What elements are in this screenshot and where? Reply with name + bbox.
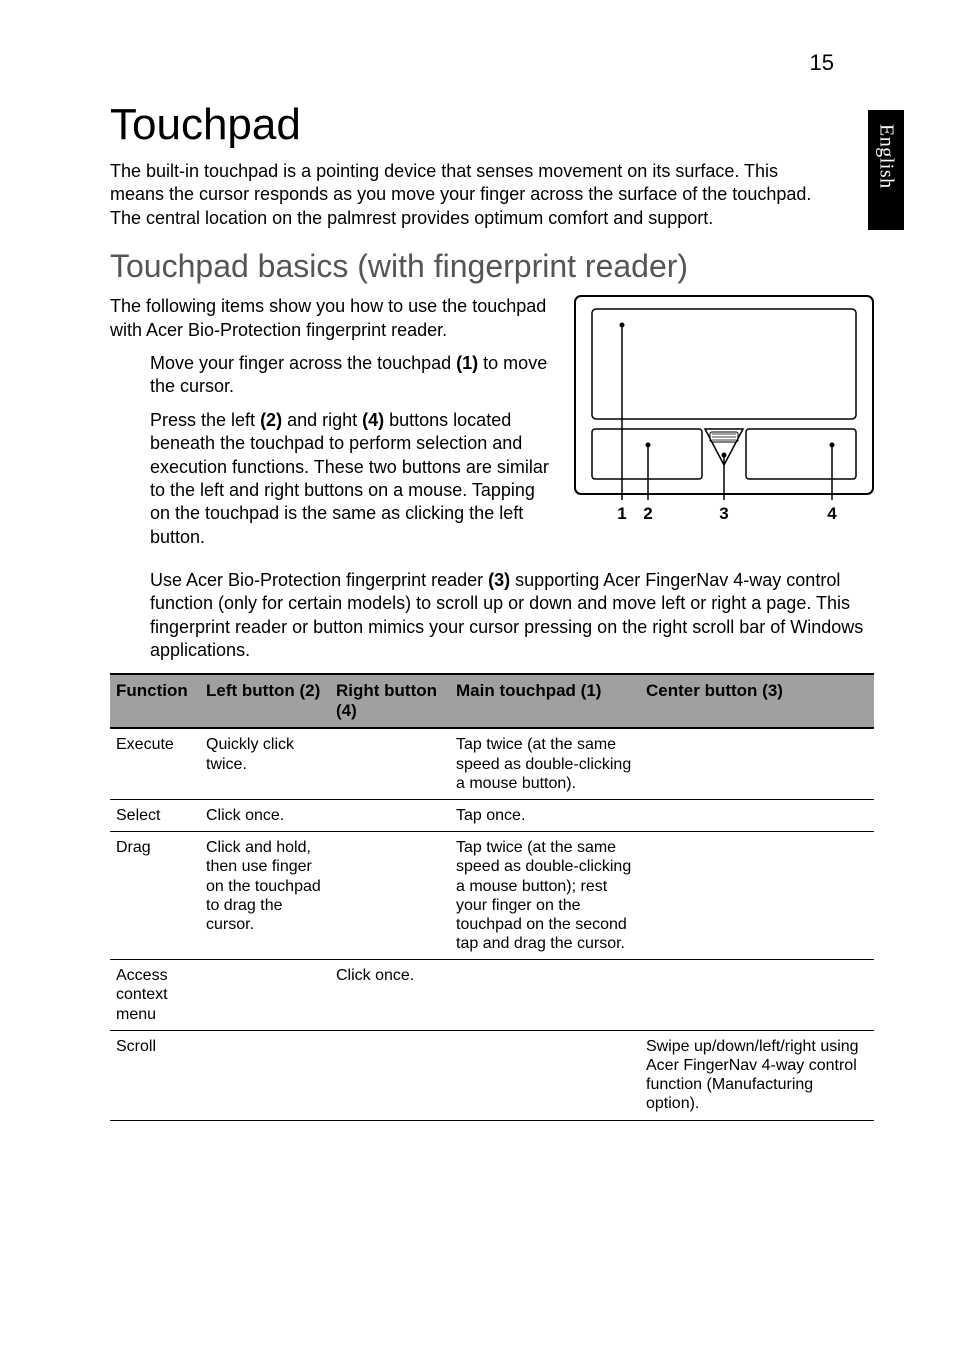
following-text: The following items show you how to use …: [110, 295, 556, 342]
cell: Execute: [110, 728, 200, 799]
cell: Click once.: [200, 799, 330, 831]
cell: Quickly click twice.: [200, 728, 330, 799]
page: 15 English Touchpad The built-in touchpa…: [0, 0, 954, 1369]
cell: [330, 728, 450, 799]
cell: [330, 799, 450, 831]
cell: [450, 960, 640, 1031]
diagram-label-3: 3: [719, 504, 728, 523]
th-main-touchpad: Main touchpad (1): [450, 674, 640, 729]
cell: [640, 728, 874, 799]
bullet-1-bold: (1): [456, 353, 478, 373]
table-row: Select Click once. Tap once.: [110, 799, 874, 831]
intro-text: The built-in touchpad is a pointing devi…: [110, 160, 830, 230]
section-text-column: The following items show you how to use …: [110, 295, 556, 559]
bullet-2-mid1: and right: [282, 410, 362, 430]
th-right-button: Right button (4): [330, 674, 450, 729]
bullet-1: Move your finger across the touchpad (1)…: [150, 352, 556, 399]
touchpad-functions-table: Function Left button (2) Right button (4…: [110, 673, 874, 1121]
cell: Click and hold, then use finger on the t…: [200, 832, 330, 960]
page-title: Touchpad: [110, 100, 874, 150]
cell: Swipe up/down/left/right using Acer Fing…: [640, 1030, 874, 1120]
table-row: Drag Click and hold, then use finger on …: [110, 832, 874, 960]
cell: [640, 799, 874, 831]
cell: Scroll: [110, 1030, 200, 1120]
bullet-1-pre: Move your finger across the touchpad: [150, 353, 456, 373]
bullet-2-bold1: (2): [260, 410, 282, 430]
cell: Click once.: [330, 960, 450, 1031]
section-body: The following items show you how to use …: [110, 295, 874, 559]
bullet-2-pre: Press the left: [150, 410, 260, 430]
cell: Drag: [110, 832, 200, 960]
cell: [640, 960, 874, 1031]
cell: Select: [110, 799, 200, 831]
bullet-2: Press the left (2) and right (4) buttons…: [150, 409, 556, 549]
cell: [640, 832, 874, 960]
bullet-2-mid2: buttons located beneath the touchpad to …: [150, 410, 549, 547]
th-left-button: Left button (2): [200, 674, 330, 729]
cell: Tap twice (at the same speed as double-c…: [450, 728, 640, 799]
th-function: Function: [110, 674, 200, 729]
cell: [450, 1030, 640, 1120]
table-row: Access context menu Click once.: [110, 960, 874, 1031]
bullet-3-bold: (3): [488, 570, 510, 590]
table-header-row: Function Left button (2) Right button (4…: [110, 674, 874, 729]
touchpad-diagram: 1 2 3 4: [574, 295, 874, 525]
cell: [330, 1030, 450, 1120]
bullet-3-pre: Use Acer Bio-Protection fingerprint read…: [150, 570, 488, 590]
language-tab: English: [868, 110, 904, 230]
table-row: Execute Quickly click twice. Tap twice (…: [110, 728, 874, 799]
diagram-label-1: 1: [617, 504, 626, 523]
section-heading: Touchpad basics (with fingerprint reader…: [110, 248, 874, 285]
cell: Tap twice (at the same speed as double-c…: [450, 832, 640, 960]
diagram-label-2: 2: [643, 504, 652, 523]
bullet-2-bold2: (4): [362, 410, 384, 430]
cell: Tap once.: [450, 799, 640, 831]
page-number: 15: [810, 50, 834, 76]
cell: [200, 960, 330, 1031]
table-row: Scroll Swipe up/down/left/right using Ac…: [110, 1030, 874, 1120]
th-center-button: Center button (3): [640, 674, 874, 729]
cell: [200, 1030, 330, 1120]
diagram-label-4: 4: [827, 504, 837, 523]
cell: [330, 832, 450, 960]
cell: Access context menu: [110, 960, 200, 1031]
touchpad-svg: 1 2 3 4: [574, 295, 874, 525]
bullet-3: Use Acer Bio-Protection fingerprint read…: [150, 569, 870, 663]
